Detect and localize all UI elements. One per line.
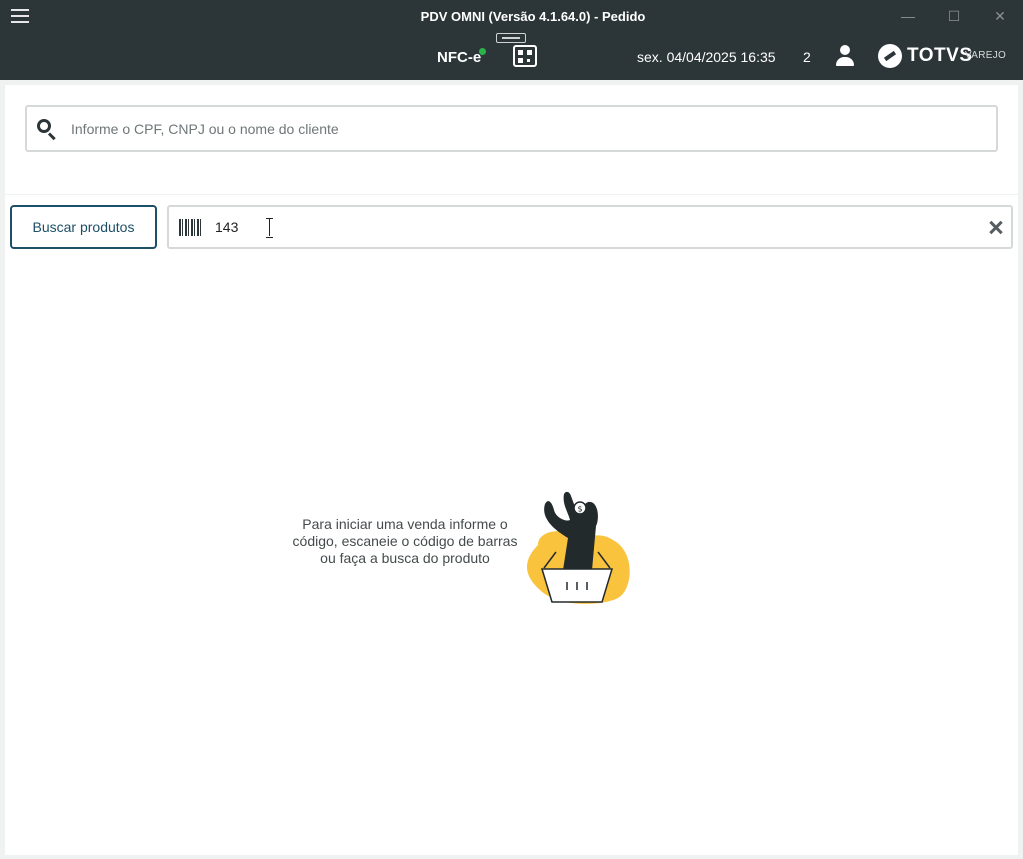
counter-badge: 2 bbox=[803, 49, 811, 65]
datetime: sex. 04/04/2025 16:35 bbox=[637, 49, 776, 65]
maximize-button[interactable]: ☐ bbox=[943, 6, 965, 26]
empty-state-message: Para iniciar uma venda informe o código,… bbox=[292, 516, 518, 566]
brand-name: TOTVS bbox=[907, 45, 973, 66]
product-code-field[interactable] bbox=[167, 205, 1013, 249]
brand-suffix: VAREJO bbox=[965, 50, 1007, 61]
qr-code-icon[interactable] bbox=[513, 45, 537, 67]
title-bar: PDV OMNI (Versão 4.1.64.0) - Pedido — ☐ … bbox=[0, 0, 1023, 80]
nfce-status-icon bbox=[479, 48, 486, 55]
nfce-label: NFC-e bbox=[437, 49, 482, 66]
client-search-input[interactable] bbox=[71, 116, 971, 142]
close-window-button[interactable]: ✕ bbox=[989, 6, 1011, 26]
minimize-button[interactable]: — bbox=[897, 6, 919, 26]
basket-hand-illustration-icon: $ bbox=[526, 491, 630, 604]
search-icon bbox=[37, 119, 57, 141]
svg-text:$: $ bbox=[578, 505, 583, 514]
printer-icon bbox=[496, 33, 526, 43]
text-cursor-icon bbox=[266, 218, 274, 238]
search-products-button[interactable]: Buscar produtos bbox=[10, 205, 157, 249]
product-code-input[interactable] bbox=[215, 215, 915, 239]
sale-panel: Buscar produtos Para iniciar uma venda i… bbox=[5, 195, 1018, 855]
window-title: PDV OMNI (Versão 4.1.64.0) - Pedido bbox=[420, 9, 646, 24]
user-icon[interactable] bbox=[836, 45, 854, 67]
clear-icon[interactable] bbox=[986, 217, 1006, 237]
client-panel bbox=[5, 85, 1018, 194]
client-search-field[interactable] bbox=[25, 105, 998, 152]
totvs-logo-icon bbox=[878, 44, 902, 68]
barcode-icon bbox=[179, 219, 201, 236]
